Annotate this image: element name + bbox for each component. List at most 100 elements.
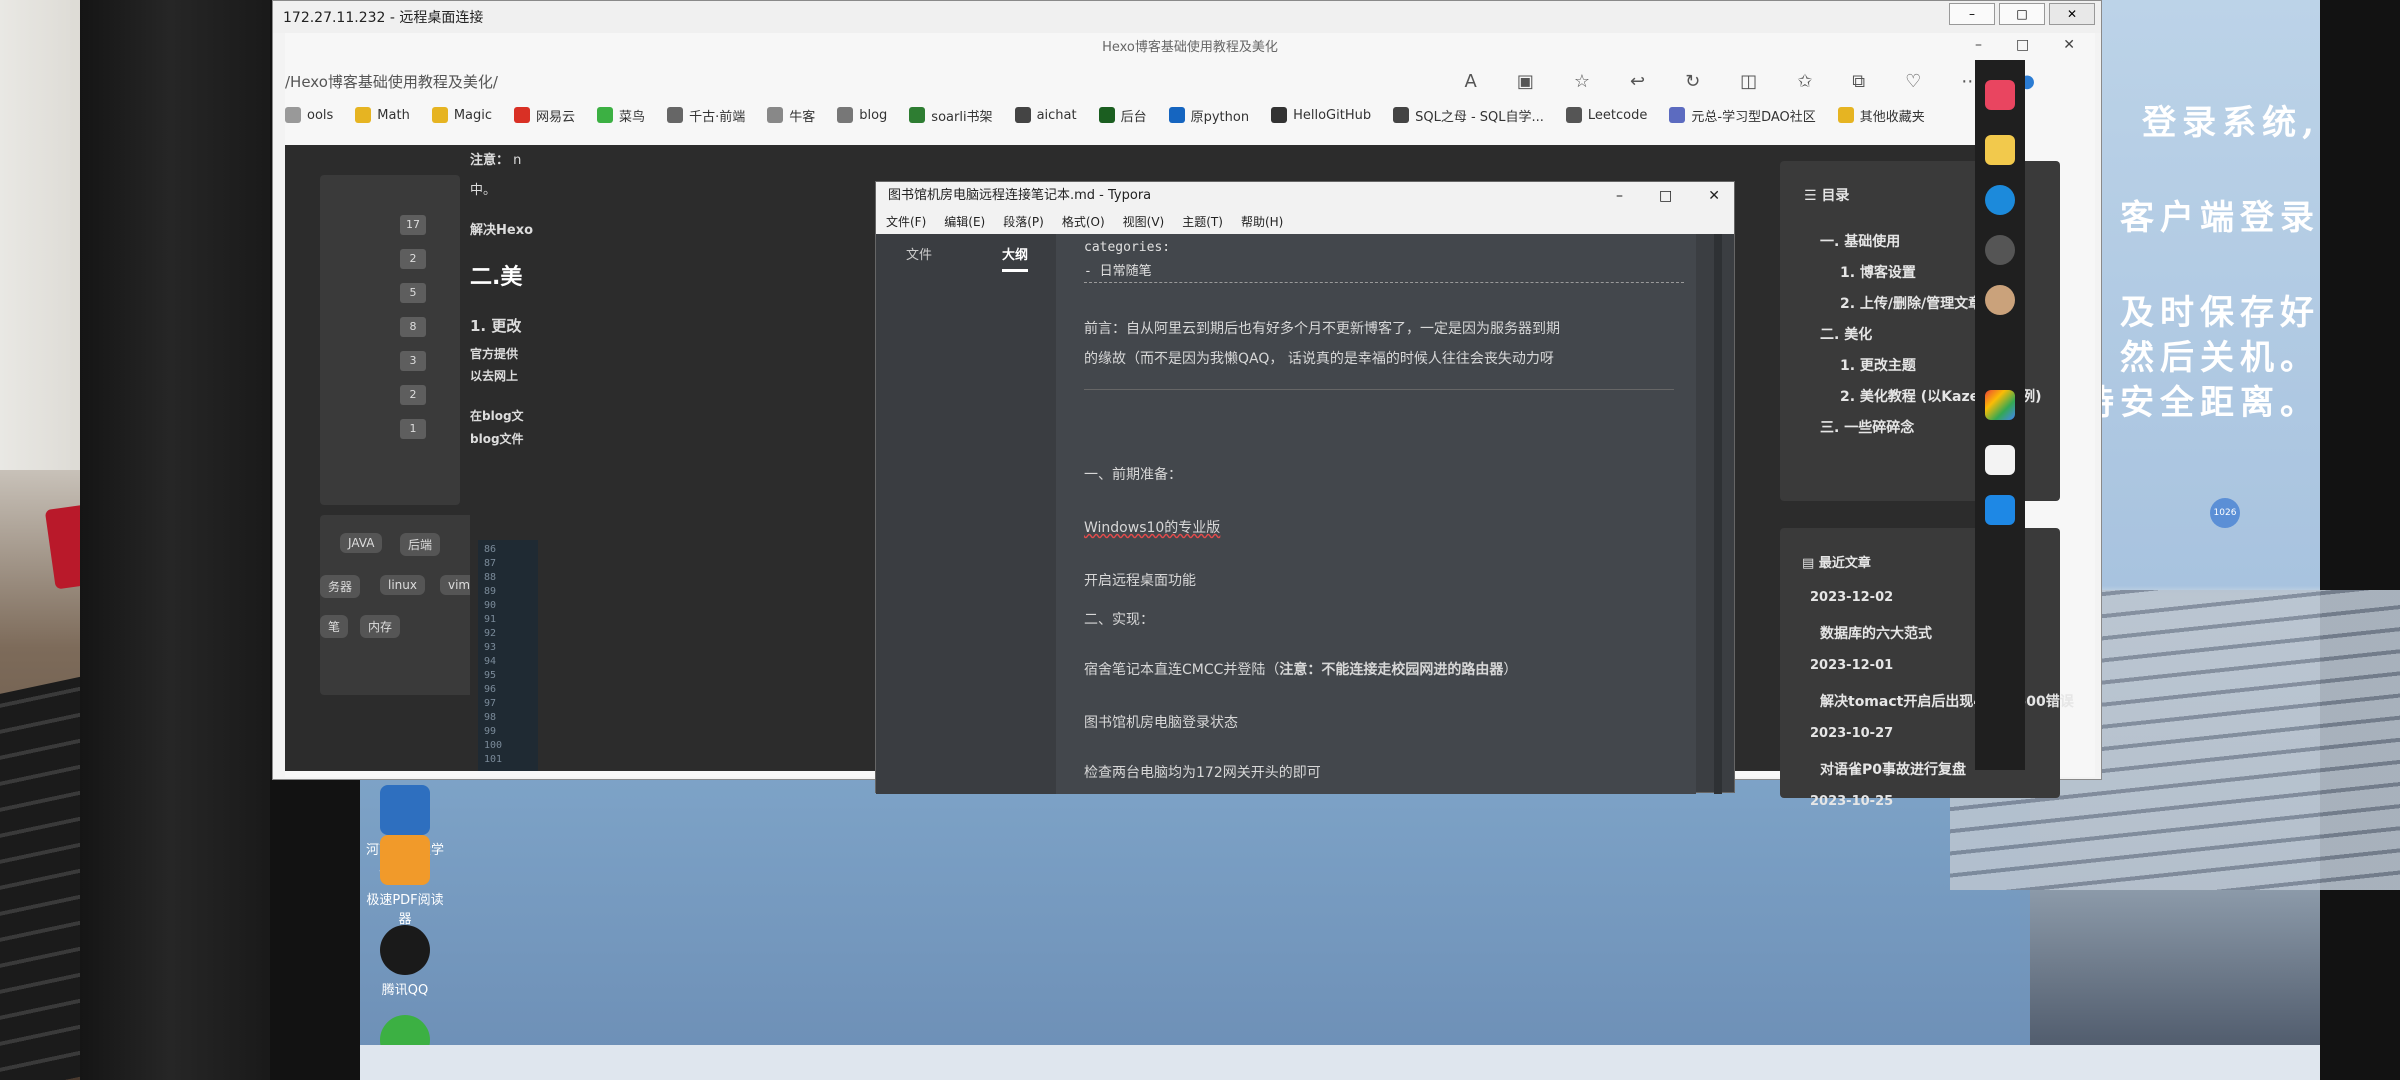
menu-item[interactable]: 文件(F) (886, 210, 926, 234)
menu-item[interactable]: 段落(P) (1003, 210, 1044, 234)
category-count-badge[interactable]: 8 (400, 317, 426, 337)
avatar-icon[interactable] (1985, 235, 2015, 265)
avatar-icon[interactable] (1985, 285, 2015, 315)
toc-item[interactable]: 一. 基础使用 (1820, 231, 1900, 251)
line-number: 89 (484, 586, 497, 597)
typora-scrollbar[interactable] (1714, 234, 1722, 794)
category-count-badge[interactable]: 3 (400, 351, 426, 371)
bookmark-item[interactable]: aichat (1014, 107, 1077, 123)
collections-icon[interactable]: ⧉ (1852, 71, 1865, 92)
bookmark-label: 菜鸟 (619, 109, 646, 125)
typora-icon[interactable] (1985, 445, 2015, 475)
toc-item[interactable]: 三. 一些碎碎念 (1820, 417, 1914, 437)
bookmark-item[interactable]: 网易云 (514, 106, 575, 125)
bookmark-item[interactable]: 千古·前端 (667, 106, 745, 125)
maximize-icon[interactable]: □ (2016, 37, 2029, 53)
bookmark-item[interactable]: Math (355, 107, 410, 123)
menu-item[interactable]: 视图(V) (1123, 210, 1165, 234)
favorite-icon[interactable]: ☆ (1574, 71, 1590, 92)
maximize-button[interactable]: □ (1999, 3, 2045, 25)
tag-chip[interactable]: JAVA (340, 533, 383, 553)
category-count-badge[interactable]: 2 (400, 385, 426, 405)
split-icon[interactable]: ◫ (1740, 71, 1757, 92)
bookmark-item[interactable]: Leetcode (1565, 107, 1647, 123)
category-count-badge[interactable]: 1 (400, 419, 426, 439)
tab-files[interactable]: 文件 (906, 244, 932, 272)
folder-icon[interactable] (1985, 135, 2015, 165)
bookmark-icon (1393, 107, 1410, 123)
minimize-icon[interactable]: – (1975, 37, 1982, 53)
edge-browser-icon[interactable] (1985, 185, 2015, 215)
bookmark-item[interactable]: 菜鸟 (597, 106, 645, 125)
category-count-badge[interactable]: 17 (400, 215, 426, 235)
bookmark-item[interactable]: 后台 (1098, 106, 1147, 125)
article-body: 注意： n 中。 解决Hexo 二.美 1. 更改 官方提供 以去网上 在blo… (470, 145, 800, 771)
bookmark-icon (1271, 107, 1288, 123)
toc-item[interactable]: 2. 上传/删除/管理文章 (1840, 293, 1982, 313)
line-number: 96 (484, 684, 497, 695)
bookmark-item[interactable]: 其他收藏夹 (1837, 106, 1925, 125)
bookmark-icon (667, 107, 684, 123)
recent-date: 2023-10-25 (1810, 794, 1894, 809)
desktop-icon-pdf-reader[interactable]: 极速PDF阅读器 (360, 835, 450, 927)
bookmark-item[interactable]: soarli书架 (909, 106, 993, 125)
bookmark-item[interactable]: 元总-学习型DAO社区 (1669, 106, 1816, 125)
bookmark-label: 其他收藏夹 (1859, 109, 1925, 125)
bookmark-icon (909, 107, 926, 123)
browser-tab-title[interactable]: Hexo博客基础使用教程及美化 (285, 33, 2095, 63)
bookmark-item[interactable]: SQL之母 - SQL自学... (1393, 106, 1544, 125)
toc-title: 目录 (1821, 188, 1850, 204)
toc-header: ☰ 目录 (1804, 185, 1849, 205)
vscode-icon[interactable] (1985, 495, 2015, 525)
menu-item[interactable]: 格式(O) (1062, 210, 1105, 234)
back-icon[interactable]: ↩ (1630, 71, 1645, 92)
preface-line-2: 的缘故（而不是因为我懒QAQ， 话说真的是幸福的时候人往往会丧失动力呀 (1084, 351, 1554, 367)
category-count-badge[interactable]: 2 (400, 249, 426, 269)
reader-icon[interactable]: ▣ (1517, 71, 1534, 92)
recent-post-link[interactable]: 对语雀P0事故进行复盘 (1820, 759, 1966, 779)
bookmark-item[interactable]: 原python (1168, 106, 1249, 125)
bookmark-item[interactable]: Magic (431, 107, 493, 123)
bookmark-label: Magic (453, 107, 493, 123)
floating-badge[interactable]: 1026 (2210, 498, 2240, 528)
close-icon[interactable]: ✕ (1708, 182, 1720, 210)
address-text[interactable]: /Hexo博客基础使用教程及美化/ (285, 71, 498, 92)
tag-chip[interactable]: 后端 (400, 533, 441, 556)
extensions-icon[interactable]: ♡ (1905, 71, 1921, 92)
minimize-button[interactable]: – (1949, 3, 1995, 25)
menu-item[interactable]: 编辑(E) (944, 210, 985, 234)
tab-outline[interactable]: 大纲 (1002, 244, 1029, 272)
section-heading: 二、实现： (1084, 612, 1154, 628)
menu-item[interactable]: 帮助(H) (1241, 210, 1283, 234)
recent-post-link[interactable]: 数据库的六大范式 (1820, 623, 1932, 643)
desktop-icon-label: 腾讯QQ (381, 983, 429, 998)
link-solve[interactable]: 解决Hexo (470, 219, 533, 238)
favorites-icon[interactable]: ✩ (1797, 71, 1812, 92)
close-icon[interactable]: ✕ (2063, 37, 2075, 53)
bookmark-item[interactable]: blog (837, 107, 887, 123)
bookmark-label: HelloGitHub (1293, 107, 1372, 123)
close-button[interactable]: ✕ (2049, 3, 2095, 25)
toc-item[interactable]: 1. 更改主题 (1840, 355, 1916, 375)
divider (1084, 389, 1674, 390)
google-icon[interactable] (1985, 390, 2015, 420)
desktop-icon-qq[interactable]: 腾讯QQ (360, 925, 450, 998)
tag-chip[interactable]: linux (380, 575, 425, 595)
minimize-icon[interactable]: – (1616, 182, 1623, 210)
bookmark-item[interactable]: HelloGitHub (1271, 107, 1371, 123)
read-aloud-icon[interactable]: A (1465, 71, 1477, 92)
toc-item[interactable]: 1. 博客设置 (1840, 262, 1916, 282)
bookmark-item[interactable]: 牛客 (767, 106, 815, 125)
tag-chip[interactable]: 笔 (320, 615, 349, 638)
toc-item[interactable]: 二. 美化 (1820, 324, 1872, 344)
maximize-icon[interactable]: □ (1659, 182, 1672, 210)
app-icon[interactable] (1985, 80, 2015, 110)
refresh-icon[interactable]: ↻ (1685, 71, 1700, 92)
tag-chip[interactable]: 务器 (320, 575, 361, 598)
bookmark-item[interactable]: ools (285, 107, 333, 123)
tag-chip[interactable]: 内存 (360, 615, 401, 638)
recent-post-link[interactable]: 解决tomact开启后出现404和500错误 (1820, 691, 2074, 711)
typora-document[interactable]: categories: - 日常随笔 前言：自从阿里云到期后也有好多个月不更新博… (1056, 234, 1696, 794)
category-count-badge[interactable]: 5 (400, 283, 426, 303)
menu-item[interactable]: 主题(T) (1182, 210, 1223, 234)
